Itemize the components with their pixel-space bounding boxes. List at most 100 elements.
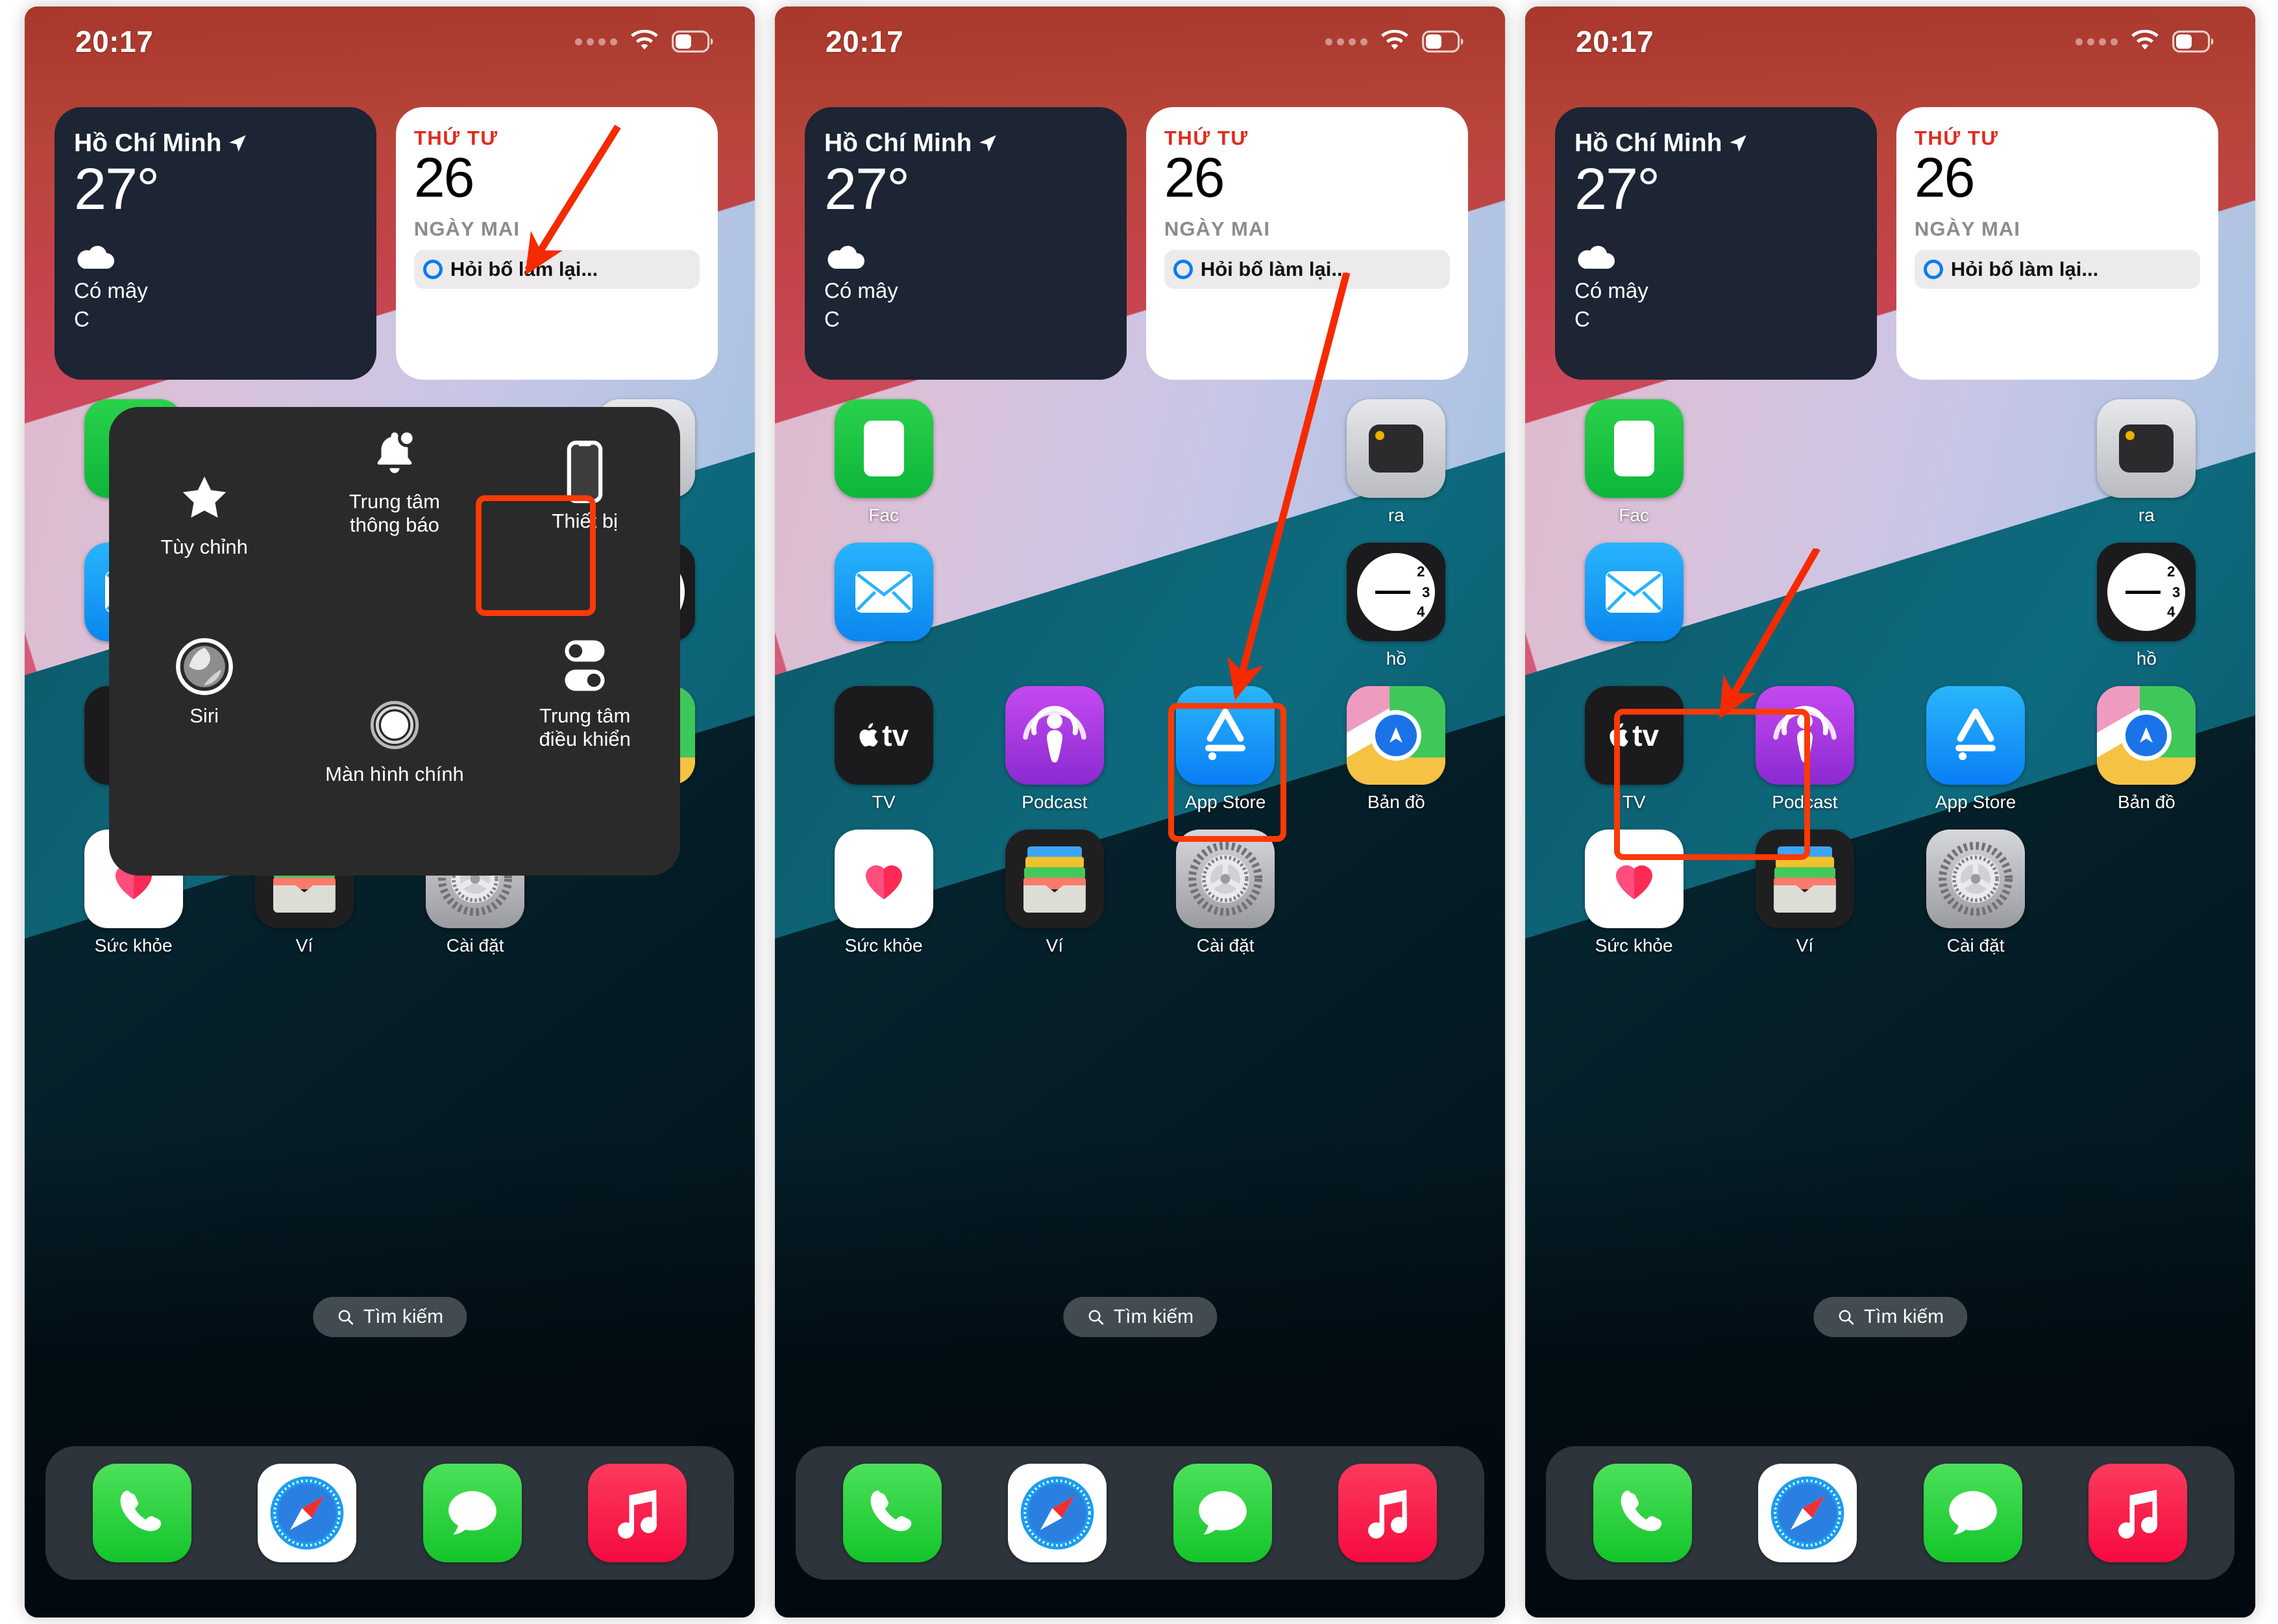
music-note-icon[interactable] (2088, 1464, 2187, 1562)
app-mail[interactable] (1549, 543, 1719, 669)
app-label: Cài đặt (1946, 935, 2005, 955)
clock-icon: 2 3 4 (1347, 543, 1446, 641)
safari-compass-icon[interactable] (258, 1464, 357, 1562)
app-maps[interactable]: Bản đồ (2061, 686, 2232, 813)
status-clock: 20:17 (826, 25, 904, 58)
calendar-widget[interactable]: THỨ TƯ 26 NGÀY MAI Hỏi bố làm lại... (1896, 107, 2218, 380)
app-label: Sức khỏe (844, 935, 923, 955)
weather-widget[interactable]: Hồ Chí Minh 27° Có mây C (55, 107, 376, 380)
signal-dots-icon (2076, 38, 2118, 45)
app-label: ra (1388, 505, 1404, 525)
search-icon (1088, 1310, 1103, 1325)
messages-bubble-icon[interactable] (1923, 1464, 2022, 1562)
star-icon (177, 467, 232, 529)
menu-item-notification-center[interactable]: Trung tâm thông báo (299, 421, 489, 536)
search-pill[interactable]: Tìm kiếm (1813, 1297, 1968, 1337)
calendar-event-title: Hỏi bố làm lại... (1200, 258, 1349, 280)
search-label: Tìm kiếm (1863, 1306, 1944, 1327)
maps-icon (2097, 686, 2196, 785)
phone-icon[interactable] (1593, 1464, 1693, 1562)
tutorial-screenshot: 20:17 Hồ Chí Minh 27° Có mây C THỨ TƯ 26… (0, 0, 2278, 1624)
maps-icon (1347, 686, 1446, 785)
app-tv[interactable]: tv TV (798, 686, 969, 813)
app-label: ra (2138, 505, 2155, 525)
widget-row: Hồ Chí Minh 27° Có mây C THỨ TƯ 26 NGÀY … (1555, 107, 2225, 380)
status-bar: 20:17 (1525, 6, 2255, 77)
calendar-day-number: 26 (413, 147, 475, 209)
app-app-store[interactable]: App Store (1891, 686, 2061, 813)
app-clock[interactable]: 2 3 4 hồ (1311, 543, 1482, 669)
app-label: Podcast (1022, 792, 1088, 812)
menu-item-label: Siri (190, 704, 219, 727)
messages-bubble-icon[interactable] (423, 1464, 522, 1562)
weather-temperature: 27° (824, 157, 910, 222)
app-clock[interactable]: 2 3 4 hồ (2061, 543, 2232, 669)
search-pill[interactable]: Tìm kiếm (312, 1297, 467, 1337)
event-circle-icon (1923, 260, 1943, 279)
menu-item-siri[interactable]: Siri (109, 635, 299, 728)
weather-widget[interactable]: Hồ Chí Minh 27° Có mây C (1555, 107, 1877, 380)
safari-compass-icon[interactable] (1758, 1464, 1857, 1562)
app-settings[interactable]: Cài đặt (1891, 830, 2061, 956)
app-settings[interactable]: Cài đặt (1140, 830, 1311, 956)
assistive-touch-menu-1[interactable]: Trung tâm thông báo Thiết bị Tùy chỉnh S… (109, 407, 680, 876)
weather-temperature: 27° (1574, 157, 1660, 222)
calendar-event-row[interactable]: Hỏi bố làm lại... (1164, 250, 1450, 289)
calendar-event-row[interactable]: Hỏi bố làm lại... (413, 250, 700, 289)
device-phone-icon (565, 440, 604, 504)
calendar-widget[interactable]: THỨ TƯ 26 NGÀY MAI Hỏi bố làm lại... (1145, 107, 1468, 380)
cloud-icon (1574, 243, 1857, 275)
app-podcast[interactable]: Podcast (969, 686, 1140, 813)
app-facebook[interactable]: Fac (1549, 399, 1719, 526)
safari-compass-icon[interactable] (1008, 1464, 1107, 1562)
app-camera[interactable]: ra (1311, 399, 1482, 526)
menu-item-home[interactable]: Màn hình chính (299, 694, 489, 786)
weather-temperature: 27° (74, 157, 160, 222)
app-label: hồ (1386, 648, 1406, 669)
app-label: Bản đồ (2118, 792, 2175, 812)
music-note-icon[interactable] (1338, 1464, 1437, 1562)
app-mail[interactable] (798, 543, 969, 669)
app-grid: Fac ra 2 3 4 hồ tv TV Podcast App Store … (1549, 399, 2232, 973)
calendar-widget[interactable]: THỨ TƯ 26 NGÀY MAI Hỏi bố làm lại... (395, 107, 718, 380)
search-pill[interactable]: Tìm kiếm (1062, 1297, 1218, 1337)
menu-item-control-center[interactable]: Trung tâm điều khiển (490, 635, 680, 750)
wifi-icon (2129, 30, 2161, 53)
menu-item-label: Tùy chỉnh (160, 535, 248, 558)
music-note-icon[interactable] (587, 1464, 687, 1562)
search-label: Tìm kiếm (363, 1306, 444, 1327)
camera-icon (2097, 399, 2196, 498)
health-icon (834, 830, 933, 928)
weather-condition-1: Có mây (1574, 278, 1648, 302)
dock (796, 1446, 1484, 1580)
weather-widget[interactable]: Hồ Chí Minh 27° Có mây C (805, 107, 1127, 380)
weather-city: Hồ Chí Minh (824, 129, 972, 157)
phone-icon[interactable] (843, 1464, 942, 1562)
weather-condition-1: Có mây (74, 278, 148, 302)
app-health[interactable]: Sức khỏe (798, 830, 969, 956)
app-facebook[interactable]: Fac (798, 399, 969, 526)
calendar-day-number: 26 (1914, 147, 1976, 209)
app-label: Ví (1796, 935, 1814, 955)
messages-bubble-icon[interactable] (1173, 1464, 1272, 1562)
apple-tv-icon: tv (834, 686, 933, 785)
dock (45, 1446, 734, 1580)
location-arrow-icon (1730, 135, 1747, 152)
menu-item-custom[interactable]: Tùy chỉnh (109, 467, 299, 559)
app-label: Sức khỏe (1595, 935, 1673, 955)
calendar-event-row[interactable]: Hỏi bố làm lại... (1914, 250, 2200, 289)
event-circle-icon (423, 260, 443, 279)
widget-row: Hồ Chí Minh 27° Có mây C THỨ TƯ 26 NGÀY … (55, 107, 725, 380)
app-maps[interactable]: Bản đồ (1311, 686, 1482, 813)
clock-icon: 2 3 4 (2097, 543, 2196, 641)
app-camera[interactable]: ra (2061, 399, 2232, 526)
widget-row: Hồ Chí Minh 27° Có mây C THỨ TƯ 26 NGÀY … (805, 107, 1475, 380)
podcasts-icon (1005, 686, 1104, 785)
settings-gear-icon (1926, 830, 2026, 928)
phone-icon[interactable] (93, 1464, 192, 1562)
calendar-event-title: Hỏi bố làm lại... (450, 258, 598, 280)
search-label: Tìm kiếm (1113, 1306, 1194, 1327)
phone-panel-2: 20:17 Hồ Chí Minh 27° Có mây C THỨ TƯ 26… (775, 6, 1505, 1618)
app-wallet[interactable]: Ví (969, 830, 1140, 956)
app-row-3: tv TV Podcast App Store (798, 686, 1482, 830)
